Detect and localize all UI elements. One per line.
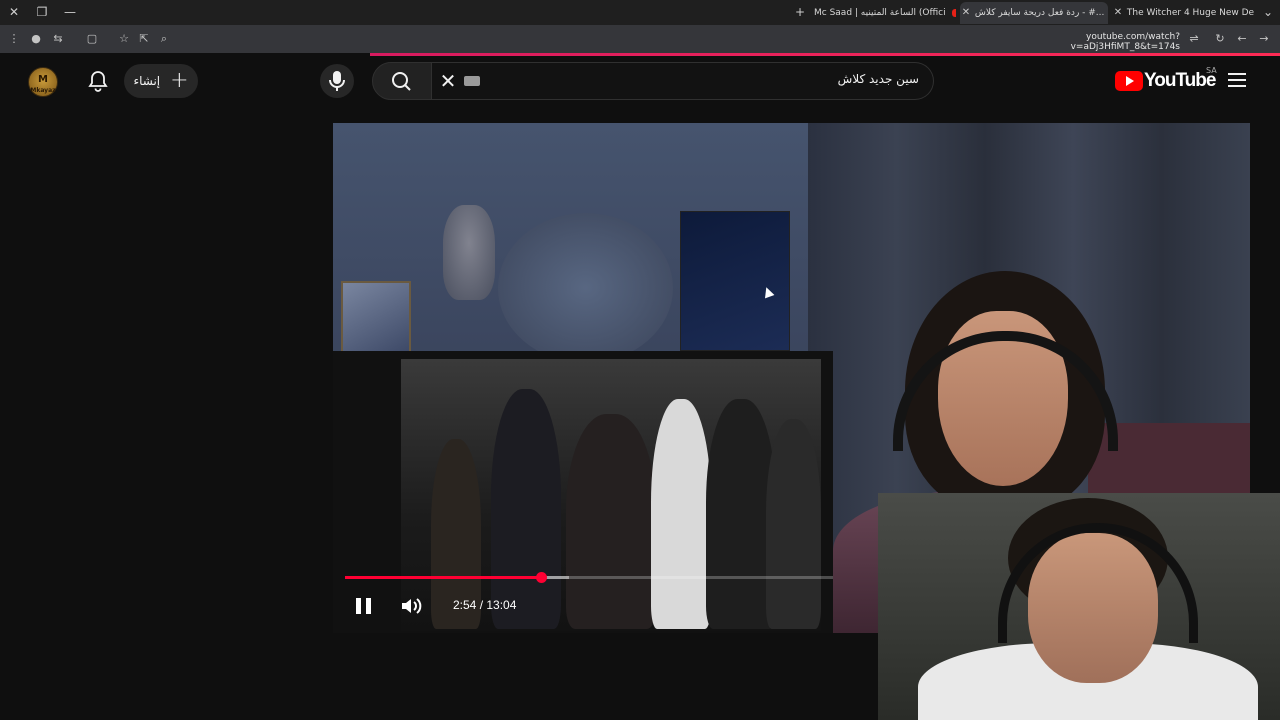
browser-titlebar: ✕ ❐ — + Mc Saad | الساعة المتينيه (Offic…	[0, 0, 1280, 25]
video-frame-mirror	[498, 213, 673, 363]
extension-icon[interactable]: ⇆	[50, 31, 66, 47]
webcam-overlay	[878, 493, 1280, 720]
plus-icon: +	[170, 68, 189, 93]
forward-icon[interactable]: →	[1256, 31, 1272, 47]
profile-icon[interactable]: ●	[28, 31, 44, 47]
search-input[interactable]	[519, 72, 919, 86]
search-button[interactable]	[372, 62, 432, 100]
keyboard-icon[interactable]	[464, 76, 480, 86]
tab-search-chevron-icon[interactable]: ⌄	[1258, 3, 1278, 21]
video-frame-poster	[680, 211, 790, 351]
video-frame-toy	[443, 205, 495, 300]
back-icon[interactable]: ←	[1234, 31, 1250, 47]
tab-close-icon[interactable]: ✕	[1112, 2, 1124, 24]
pause-button[interactable]	[353, 595, 375, 617]
tab-close-icon[interactable]: ✕	[960, 2, 972, 24]
new-tab-button[interactable]: +	[790, 3, 810, 21]
share-icon[interactable]: ⇱	[136, 31, 152, 47]
tab-title: Mc Saad | الساعة المتينيه (Offici	[814, 8, 946, 18]
region-code: SA	[1206, 66, 1217, 75]
create-button[interactable]: إنشاء +	[124, 64, 198, 98]
volume-icon[interactable]	[399, 595, 425, 617]
tab-title: ردة فعل دريحة سايفر كلاش - #...	[974, 8, 1105, 18]
tab-mc-saad[interactable]: Mc Saad | الساعة المتينيه (Offici	[814, 2, 956, 24]
extensions-puzzle-icon[interactable]: ▢	[84, 31, 100, 47]
restore-window-icon[interactable]: ❐	[32, 3, 52, 21]
bookmark-star-icon[interactable]: ☆	[116, 31, 132, 47]
clear-search-icon[interactable]: ✕	[438, 71, 458, 91]
create-label: إنشاء	[133, 74, 161, 88]
browser-toolbar: ⋮ ● ⇆ ▢ ☆ ⇱ ⌕ youtube.com/watch?v=aDj3Hf…	[0, 25, 1280, 53]
close-window-icon[interactable]: ✕	[4, 3, 24, 21]
notifications-bell-icon[interactable]	[86, 69, 110, 93]
embedded-music-video	[333, 351, 833, 633]
reload-icon[interactable]: ↻	[1212, 31, 1228, 47]
voice-search-button[interactable]	[320, 64, 354, 98]
video-frame-poster-small	[341, 281, 411, 356]
menu-dots-icon[interactable]: ⋮	[6, 31, 22, 47]
zoom-icon[interactable]: ⌕	[156, 31, 172, 47]
avatar[interactable]: M Mkayaz	[28, 67, 58, 97]
embedded-scene	[401, 359, 821, 631]
tab-title: The Witcher 4 Huge New Detai	[1126, 8, 1254, 18]
avatar-label: Mkayaz	[30, 87, 56, 94]
microphone-icon	[329, 71, 345, 91]
search-box: ✕	[432, 62, 934, 100]
site-settings-icon[interactable]: ⇌	[1186, 31, 1202, 47]
youtube-play-logo-icon	[1115, 71, 1143, 91]
tab-witcher[interactable]: ✕ The Witcher 4 Huge New Detai	[1112, 2, 1254, 24]
search-icon	[392, 72, 411, 91]
youtube-logo[interactable]: YouTube	[1115, 70, 1216, 92]
guide-menu-icon[interactable]	[1228, 73, 1246, 87]
progress-bar-played	[345, 576, 542, 579]
time-display: 2:54 / 13:04	[453, 598, 517, 612]
youtube-favicon-icon	[951, 8, 956, 17]
tab-active-video[interactable]: ✕ ردة فعل دريحة سايفر كلاش - #...	[960, 2, 1108, 24]
youtube-header: M Mkayaz إنشاء + ✕ YouTube SA	[0, 56, 1280, 106]
address-bar[interactable]: youtube.com/watch?v=aDj3HfiMT_8&t=174s	[990, 32, 1180, 52]
minimize-window-icon[interactable]: —	[60, 3, 80, 21]
avatar-logo-mark: M	[38, 74, 48, 85]
youtube-wordmark: YouTube	[1144, 70, 1216, 91]
